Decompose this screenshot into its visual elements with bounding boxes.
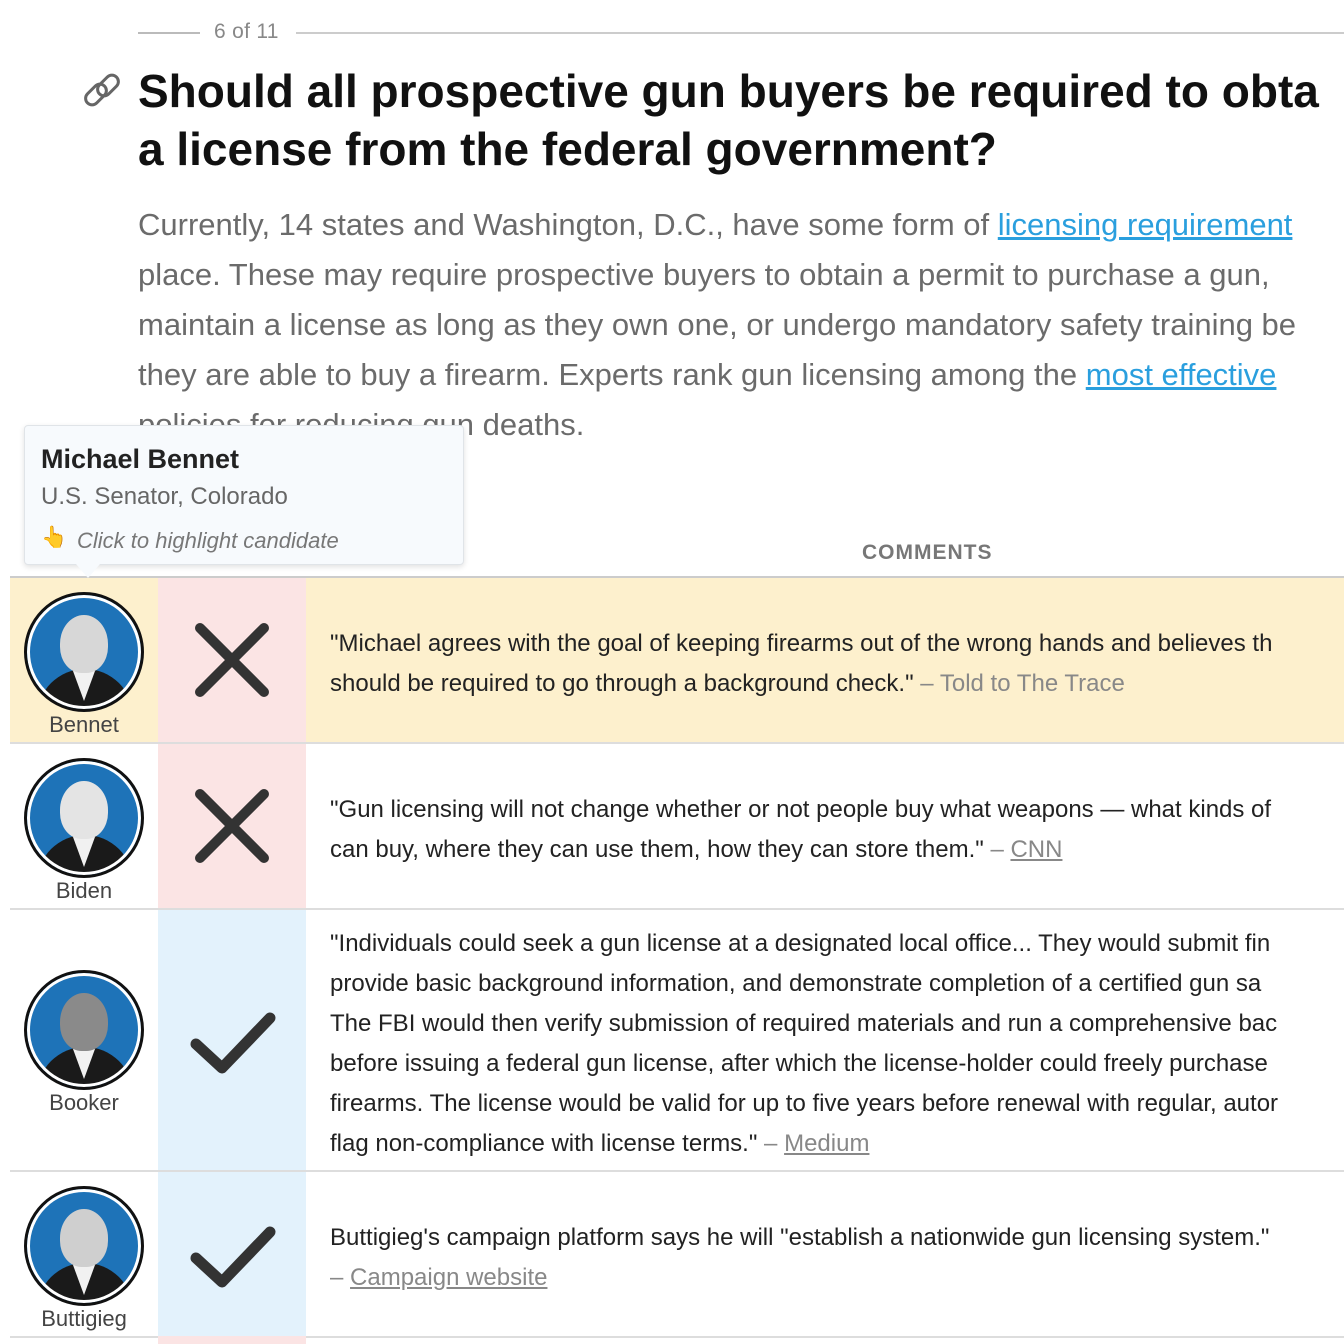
intro-text: Currently, 14 states and Washington, D.C… bbox=[138, 207, 998, 242]
intro-text: place. These may require prospective buy… bbox=[138, 257, 1270, 292]
comment-cell: Buttigieg's campaign platform says he wi… bbox=[330, 1172, 1344, 1336]
position-cell bbox=[158, 578, 306, 742]
check-icon bbox=[190, 1226, 276, 1288]
most-effective-link[interactable]: most effective bbox=[1086, 357, 1277, 392]
check-icon bbox=[190, 1012, 276, 1074]
tooltip-hint: Click to highlight candidate bbox=[77, 528, 339, 553]
question-counter: 6 of 11 bbox=[138, 18, 1344, 48]
comment-text: "Michael agrees with the goal of keeping… bbox=[330, 624, 1344, 704]
x-icon bbox=[195, 623, 269, 697]
comment-cell: "Michael agrees with the goal of keeping… bbox=[330, 578, 1344, 742]
comment-line: can buy, where they can use them, how th… bbox=[330, 836, 984, 863]
licensing-requirement-link[interactable]: licensing requirement bbox=[998, 207, 1293, 242]
candidate-tooltip: Michael Bennet U.S. Senator, Colorado 👆 … bbox=[24, 425, 464, 565]
candidate-row-bennet[interactable]: Bennet "Michael agrees with the goal of … bbox=[10, 578, 1344, 744]
comment-text: Buttigieg's campaign platform says he wi… bbox=[330, 1218, 1344, 1298]
source-dash: – bbox=[990, 836, 1004, 863]
question-title-line: a license from the federal government? bbox=[138, 123, 997, 175]
avatar[interactable] bbox=[24, 758, 144, 878]
avatar[interactable] bbox=[24, 970, 144, 1090]
source-link-medium[interactable]: Medium bbox=[784, 1130, 869, 1157]
comment-line: "Michael agrees with the goal of keeping… bbox=[330, 630, 1273, 657]
intro-text: they are able to buy a firearm. Experts … bbox=[138, 357, 1086, 392]
counter-text: 6 of 11 bbox=[214, 20, 279, 43]
comment-line: "Gun licensing will not change whether o… bbox=[330, 796, 1272, 823]
comment-line: provide basic background information, an… bbox=[330, 970, 1262, 997]
candidate-cell[interactable]: Booker bbox=[10, 910, 158, 1170]
comment-line: flag non-compliance with license terms." bbox=[330, 1130, 758, 1157]
candidate-row-biden[interactable]: Biden "Gun licensing will not change whe… bbox=[10, 744, 1344, 910]
comment-cell: "Individuals could seek a gun license at… bbox=[330, 910, 1344, 1170]
comment-line: "Individuals could seek a gun license at… bbox=[330, 930, 1271, 957]
comment-cell: "Gun licensing will not change whether o… bbox=[330, 744, 1344, 908]
x-icon bbox=[195, 789, 269, 863]
avatar[interactable] bbox=[24, 592, 144, 712]
tooltip-role: U.S. Senator, Colorado bbox=[41, 483, 288, 510]
source-link-cnn[interactable]: CNN bbox=[1010, 836, 1062, 863]
tooltip-arrow bbox=[76, 564, 100, 578]
candidate-row-booker[interactable]: Booker "Individuals could seek a gun lic… bbox=[10, 910, 1344, 1172]
source-link-campaign-website[interactable]: Campaign website bbox=[350, 1264, 547, 1291]
divider bbox=[296, 32, 1344, 34]
source-dash: – bbox=[330, 1264, 344, 1291]
position-cell bbox=[158, 744, 306, 908]
comment-line: should be required to go through a backg… bbox=[330, 670, 914, 697]
source-dash: – bbox=[920, 670, 934, 697]
comment-line: Buttigieg's campaign platform says he wi… bbox=[330, 1224, 1270, 1251]
source-dash: – bbox=[764, 1130, 778, 1157]
comment-line: The FBI would then verify submission of … bbox=[330, 1010, 1278, 1037]
candidate-row-buttigieg[interactable]: Buttigieg Buttigieg's campaign platform … bbox=[10, 1172, 1344, 1338]
comment-line: before issuing a federal gun license, af… bbox=[330, 1050, 1268, 1077]
comments-column-header: COMMENTS bbox=[862, 541, 993, 564]
intro-text: maintain a license as long as they own o… bbox=[138, 307, 1297, 342]
position-cell bbox=[158, 1172, 306, 1336]
divider bbox=[138, 32, 200, 34]
candidate-name: Bennet bbox=[49, 712, 119, 737]
candidate-name: Biden bbox=[55, 878, 113, 903]
link-icon[interactable] bbox=[80, 68, 124, 112]
next-row-position-cell bbox=[158, 1336, 306, 1344]
question-title-line: Should all prospective gun buyers be req… bbox=[138, 65, 1319, 117]
candidate-name: Buttigieg bbox=[41, 1306, 127, 1331]
comment-text: "Individuals could seek a gun license at… bbox=[330, 924, 1344, 1164]
comment-line: firearms. The license would be valid for… bbox=[330, 1090, 1279, 1117]
candidate-cell[interactable]: Bennet bbox=[10, 578, 158, 742]
question-title: Should all prospective gun buyers be req… bbox=[138, 62, 1344, 178]
avatar[interactable] bbox=[24, 1186, 144, 1306]
pointing-hand-icon: 👆 bbox=[41, 526, 68, 549]
comment-source: Told to The Trace bbox=[939, 670, 1125, 697]
intro-paragraph: Currently, 14 states and Washington, D.C… bbox=[138, 200, 1344, 450]
tooltip-name: Michael Bennet bbox=[41, 444, 240, 474]
candidate-cell[interactable]: Biden bbox=[10, 744, 158, 908]
candidate-cell[interactable]: Buttigieg bbox=[10, 1172, 158, 1336]
position-cell bbox=[158, 910, 306, 1170]
comment-text: "Gun licensing will not change whether o… bbox=[330, 790, 1344, 870]
candidate-name: Booker bbox=[49, 1090, 119, 1115]
